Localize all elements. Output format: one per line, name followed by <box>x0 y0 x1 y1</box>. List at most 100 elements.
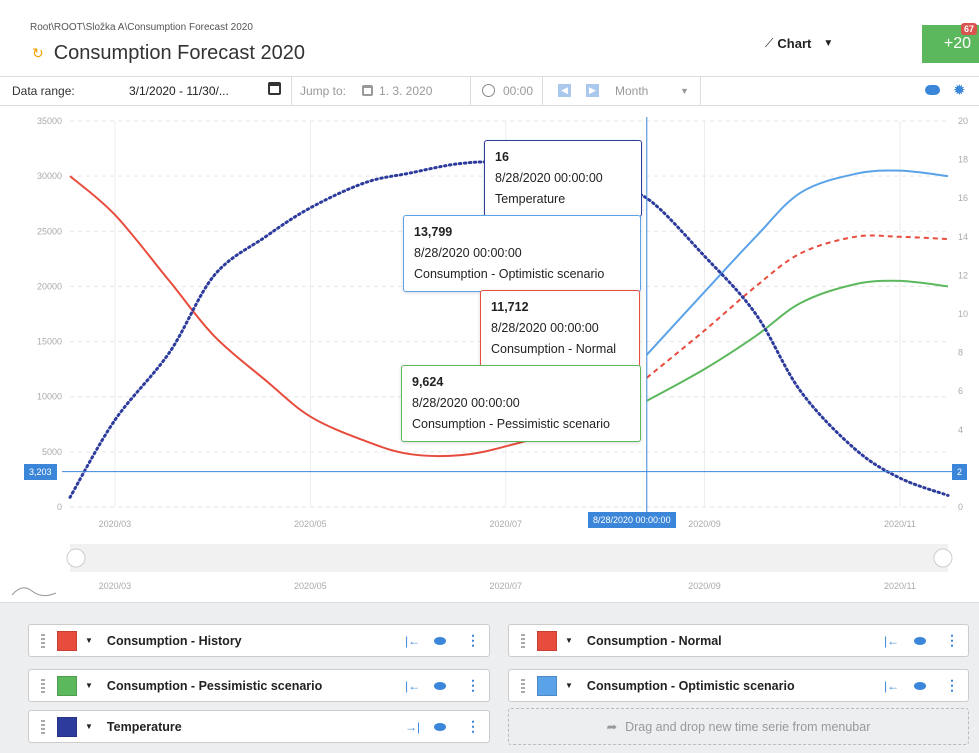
chevron-down-icon[interactable]: ▼ <box>85 636 93 645</box>
series-color-swatch[interactable] <box>537 675 557 696</box>
crosshair-x-value: 8/28/2020 00:00:00 <box>588 512 676 528</box>
drag-handle-icon[interactable] <box>521 633 525 648</box>
y-left-tick-label: 25000 <box>37 226 62 236</box>
drag-handle-icon[interactable] <box>41 633 45 648</box>
add-button-label: +20 <box>943 35 971 52</box>
navigator-tick-label: 2020/11 <box>884 581 916 591</box>
view-switch-dropdown[interactable]: ⟋ Chart ▼ <box>765 36 833 51</box>
tooltip-pessimistic: 9,624 8/28/2020 00:00:00 Consumption - P… <box>401 365 641 442</box>
new-series-dropzone[interactable]: ➦ Drag and drop new time serie from menu… <box>508 708 969 745</box>
tooltip-series: Consumption - Pessimistic scenario <box>412 417 610 431</box>
series-name: Consumption - History <box>106 633 242 648</box>
more-vertical-icon[interactable]: ⋮ <box>466 677 480 694</box>
tooltip-temperature: 16 8/28/2020 00:00:00 Temperature <box>484 140 642 217</box>
y-left-tick-label: 0 <box>57 502 62 512</box>
eye-icon[interactable] <box>914 681 926 690</box>
y-left-tick-label: 10000 <box>37 392 62 402</box>
y-right-tick-label: 16 <box>958 193 968 203</box>
series-card[interactable]: ▼ Consumption - Normal |← ⋮ <box>508 624 969 657</box>
chevron-down-icon[interactable]: ▼ <box>565 636 573 645</box>
more-vertical-icon[interactable]: ⋮ <box>466 718 480 735</box>
crosshair-left-value: 3,203 <box>24 464 57 480</box>
cloud-download-icon[interactable] <box>925 85 940 95</box>
refresh-icon[interactable]: ↻ <box>32 45 44 62</box>
chart-area[interactable]: 0 5000 10000 15000 20000 25000 30000 35000 0 2 4 6 8… <box>0 107 979 602</box>
line-chart-icon: ⟋ <box>765 36 774 50</box>
y-right-tick-label: 8 <box>958 348 963 358</box>
axis-left-icon[interactable]: |← <box>405 634 420 648</box>
previous-arrow-icon[interactable]: ◀ <box>558 84 571 97</box>
header: Root\ROOT\Složka A\Consumption Forecast … <box>0 0 979 76</box>
tooltip-date: 8/28/2020 00:00:00 <box>414 246 522 260</box>
toolbar-divider <box>542 77 543 105</box>
series-name: Consumption - Optimistic scenario <box>586 678 795 693</box>
navigator-tick-label: 2020/09 <box>688 581 721 591</box>
more-vertical-icon[interactable]: ⋮ <box>466 632 480 649</box>
more-vertical-icon[interactable]: ⋮ <box>945 677 959 694</box>
series-color-swatch[interactable] <box>537 630 557 651</box>
navigator-icon <box>11 587 57 597</box>
eye-icon[interactable] <box>914 636 926 645</box>
navigator-right-handle <box>933 548 953 568</box>
eye-icon[interactable] <box>434 722 446 731</box>
eye-icon[interactable] <box>434 681 446 690</box>
data-range-label: Data range: <box>12 84 75 98</box>
x-tick-label: 2020/07 <box>490 519 523 529</box>
series-color-swatch[interactable] <box>57 675 77 696</box>
add-button[interactable]: +20 67 <box>922 23 979 63</box>
series-card[interactable]: ▼ Consumption - Pessimistic scenario |← … <box>28 669 490 702</box>
series-name: Temperature <box>106 719 182 734</box>
jump-to-date-input[interactable]: 1. 3. 2020 <box>379 84 432 98</box>
navigator-tick-label: 2020/05 <box>294 581 327 591</box>
tooltip-date: 8/28/2020 00:00:00 <box>491 321 599 335</box>
drag-handle-icon[interactable] <box>41 719 45 734</box>
axis-right-icon[interactable]: →| <box>405 720 420 734</box>
period-select[interactable]: Month <box>615 84 648 98</box>
axis-left-icon[interactable]: |← <box>884 634 899 648</box>
crosshair-right-value: 2 <box>952 464 968 480</box>
axis-left-icon[interactable]: |← <box>405 679 420 693</box>
drag-handle-icon[interactable] <box>521 678 525 693</box>
series-card[interactable]: ▼ Consumption - History |← ⋮ <box>28 624 490 657</box>
tooltip-series: Temperature <box>495 192 566 206</box>
y-left-tick-label: 20000 <box>37 281 62 291</box>
more-vertical-icon[interactable]: ⋮ <box>945 632 959 649</box>
toolbar-divider <box>291 77 292 105</box>
data-range-input[interactable]: 3/1/2020 - 11/30/... <box>129 84 229 98</box>
chevron-down-icon[interactable]: ▼ <box>85 722 93 731</box>
drag-handle-icon[interactable] <box>41 678 45 693</box>
y-left-tick-label: 30000 <box>37 171 62 181</box>
y-left-tick-label: 35000 <box>37 116 62 126</box>
time-input[interactable]: 00:00 <box>503 84 533 98</box>
breadcrumb[interactable]: Root\ROOT\Složka A\Consumption Forecast … <box>30 22 253 33</box>
chevron-down-icon[interactable]: ▼ <box>565 681 573 690</box>
clock-icon <box>482 84 495 97</box>
notification-badge: 67 <box>960 23 977 35</box>
axis-left-icon[interactable]: |← <box>884 679 899 693</box>
view-switch-label: Chart <box>777 36 812 51</box>
page-title: Consumption Forecast 2020 <box>53 42 305 64</box>
y-right-tick-label: 4 <box>958 425 963 435</box>
tooltip-normal: 11,712 8/28/2020 00:00:00 Consumption - … <box>480 290 640 367</box>
series-card[interactable]: ▼ Consumption - Optimistic scenario |← ⋮ <box>508 669 969 702</box>
tooltip-optimistic: 13,799 8/28/2020 00:00:00 Consumption - … <box>403 215 641 292</box>
x-tick-label: 2020/05 <box>294 519 327 529</box>
eye-icon[interactable] <box>434 636 446 645</box>
series-color-swatch[interactable] <box>57 716 77 737</box>
gear-icon[interactable]: ✹ <box>953 81 966 99</box>
next-arrow-icon[interactable]: ▶ <box>586 84 599 97</box>
navigator-tick-label: 2020/07 <box>490 581 523 591</box>
arrow-icon: ➦ <box>606 720 618 734</box>
chevron-down-icon: ▼ <box>823 38 834 49</box>
period-caret-icon[interactable]: ▼ <box>680 86 689 96</box>
tooltip-value: 11,712 <box>491 300 529 314</box>
title-row: ↻ Consumption Forecast 2020 <box>32 42 305 65</box>
series-color-swatch[interactable] <box>57 630 77 651</box>
series-name: Consumption - Normal <box>586 633 722 648</box>
chevron-down-icon[interactable]: ▼ <box>85 681 93 690</box>
x-tick-label: 2020/03 <box>99 519 132 529</box>
series-card[interactable]: ▼ Temperature →| ⋮ <box>28 710 490 743</box>
jump-calendar-icon[interactable] <box>362 85 373 96</box>
y-right-tick-label: 6 <box>958 386 963 396</box>
calendar-icon[interactable] <box>268 82 281 95</box>
